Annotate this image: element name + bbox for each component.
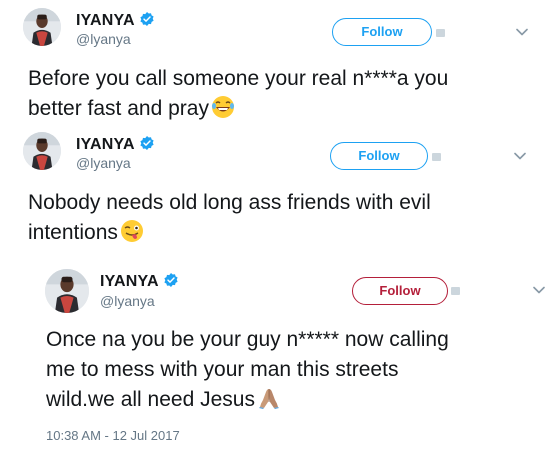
verified-badge-icon <box>163 272 179 288</box>
tweet-text-line: intentions <box>28 218 144 248</box>
tweet-text-line: Before you call someone your real n****a… <box>28 67 449 90</box>
follow-handle-icon <box>436 29 445 37</box>
chevron-down-icon[interactable] <box>514 152 526 160</box>
tweet-text-line: Once na you be your guy n***** now calli… <box>46 328 449 351</box>
tweet-text-line: better fast and pray <box>28 94 235 124</box>
tweet-text-segment: intentions <box>28 221 118 244</box>
verified-badge-icon <box>139 11 155 27</box>
avatar[interactable] <box>23 8 61 46</box>
tweet-text-line: Nobody needs old long ass friends with e… <box>28 191 431 214</box>
author-name[interactable]: IYANYA <box>76 11 155 30</box>
tweet-text-line: me to mess with your man this streets <box>46 358 399 381</box>
tweet-text-segment: better fast and pray <box>28 97 209 120</box>
laughing-tears-emoji-icon <box>211 96 234 118</box>
author-handle[interactable]: @lyanya <box>76 31 131 47</box>
timestamp[interactable]: 10:38 AM - 12 Jul 2017 <box>46 428 180 443</box>
verified-badge-icon <box>139 135 155 151</box>
author-handle[interactable]: @lyanya <box>100 293 155 309</box>
author-name[interactable]: IYANYA <box>100 272 179 291</box>
winking-tongue-emoji-icon <box>120 220 143 242</box>
praying-hands-emoji-icon <box>258 389 279 409</box>
avatar[interactable] <box>23 132 61 170</box>
author-name-text: IYANYA <box>100 273 159 290</box>
follow-button[interactable]: Follow <box>332 18 432 46</box>
tweet-text-line: wild.we all need Jesus <box>46 385 281 415</box>
avatar[interactable] <box>45 269 89 313</box>
follow-handle-icon <box>432 153 441 161</box>
author-name[interactable]: IYANYA <box>76 135 155 154</box>
author-name-text: IYANYA <box>76 136 135 153</box>
follow-button[interactable]: Follow <box>330 142 428 170</box>
follow-button[interactable]: Follow <box>352 277 448 305</box>
chevron-down-icon[interactable] <box>516 28 528 36</box>
tweet-text-segment: wild.we all need Jesus <box>46 388 255 411</box>
follow-handle-icon <box>451 287 460 295</box>
author-name-text: IYANYA <box>76 12 135 29</box>
author-handle[interactable]: @lyanya <box>76 155 131 171</box>
chevron-down-icon[interactable] <box>533 286 545 294</box>
